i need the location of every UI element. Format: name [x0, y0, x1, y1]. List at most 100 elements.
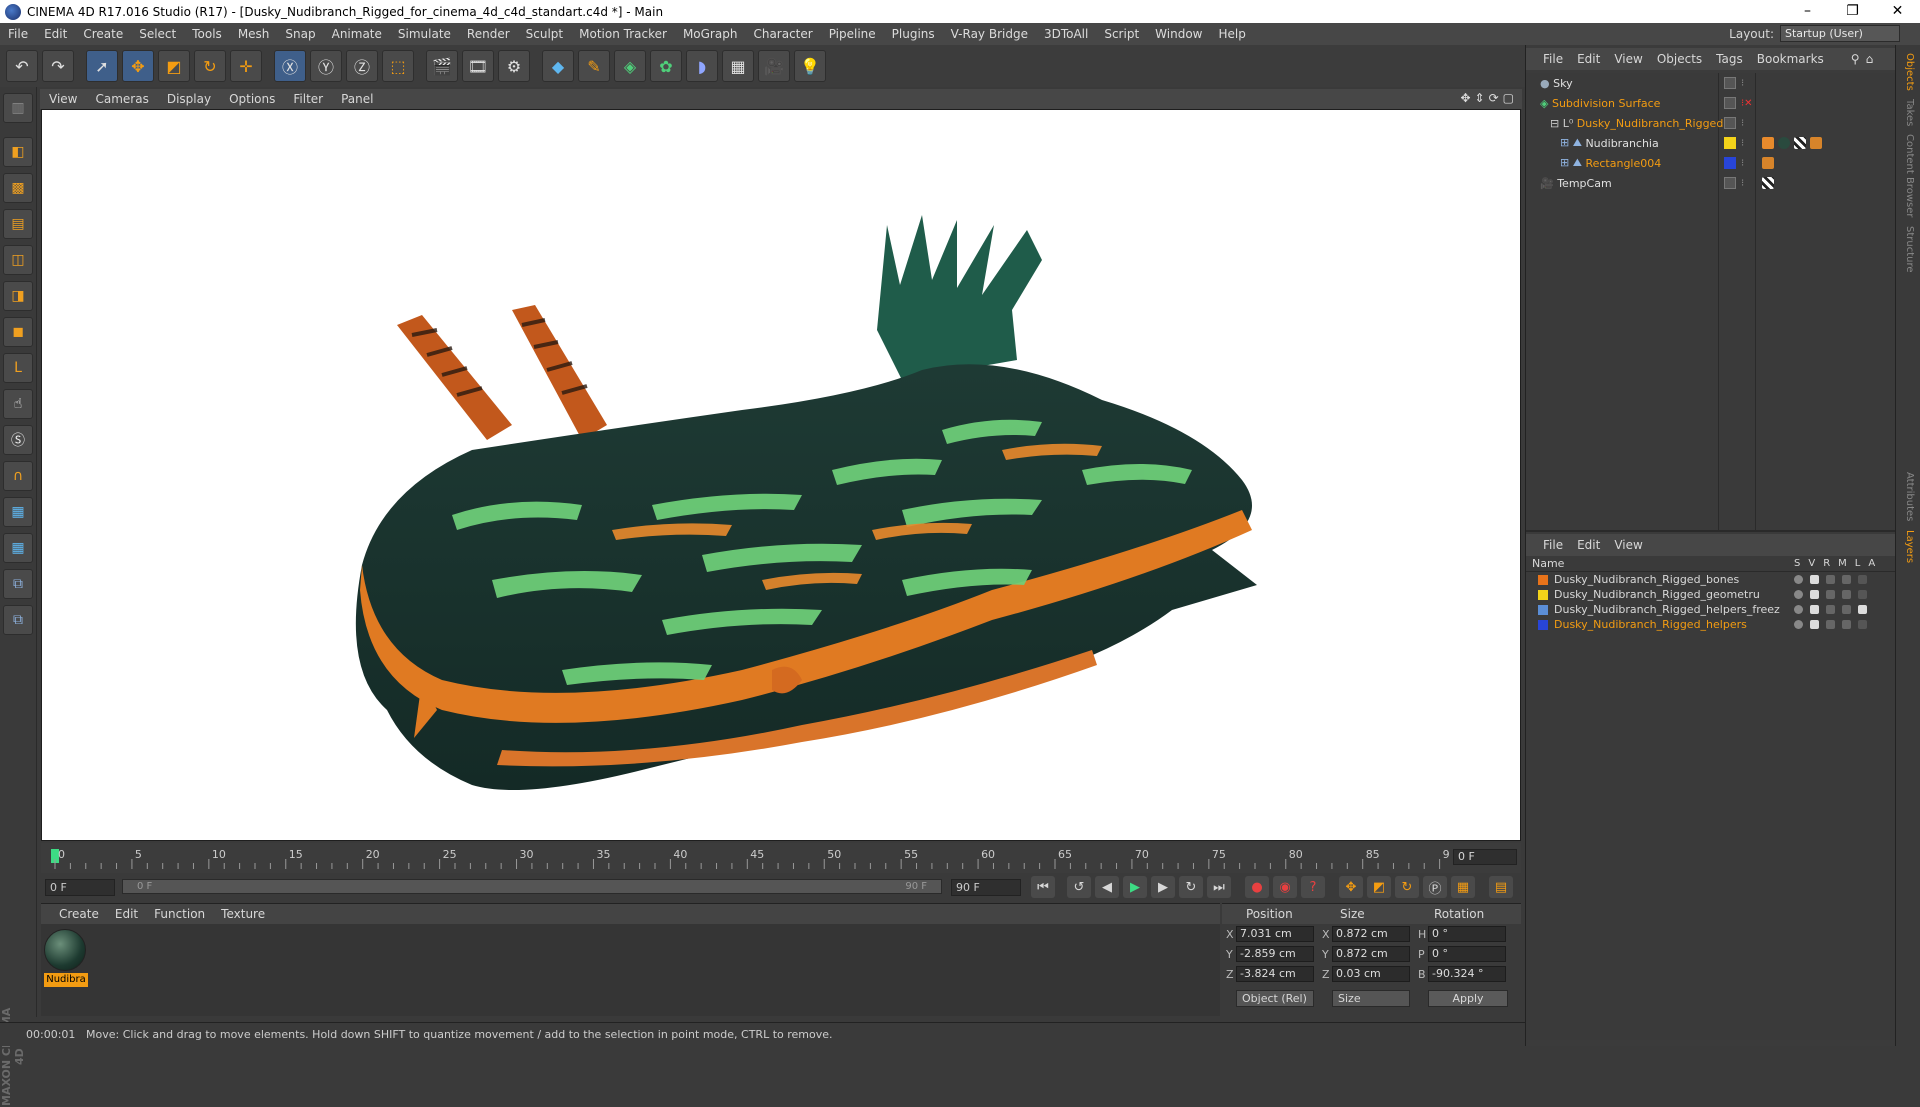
solo-toggle[interactable]	[1794, 605, 1803, 614]
workplane-lock-icon[interactable]: ▦	[3, 497, 33, 527]
texture-mode-icon[interactable]: ▩	[3, 173, 33, 203]
object-row-nudibranchia[interactable]: ⊞ ⛰ Nudibranchia ⁝	[1526, 133, 1896, 153]
layer-color-swatch[interactable]	[1538, 589, 1548, 600]
camera-icon[interactable]: 🎥	[758, 50, 790, 82]
solo-toggle[interactable]	[1794, 575, 1803, 584]
menu-character[interactable]: Character	[745, 27, 820, 41]
points-mode-icon[interactable]: ◫	[3, 245, 33, 275]
menu-edit[interactable]: Edit	[36, 27, 75, 41]
render-dots[interactable]: ⁝	[1741, 78, 1744, 89]
object-row-tempcam[interactable]: 🎥 TempCam ⁝	[1526, 173, 1896, 193]
key-rotation-icon[interactable]: ↻	[1395, 876, 1419, 898]
object-row-rectangle004[interactable]: ⊞ ⛰ Rectangle004 ⁝	[1526, 153, 1896, 173]
zoom-icon[interactable]: ⇕	[1475, 91, 1485, 105]
manager-toggle[interactable]	[1842, 575, 1851, 584]
menu-render[interactable]: Render	[459, 27, 518, 41]
magnet-icon[interactable]: ∩	[3, 461, 33, 491]
tab-objects[interactable]: Objects	[1901, 53, 1915, 91]
size-x-field[interactable]: 0.872 cm	[1332, 926, 1410, 942]
x-axis-lock-icon[interactable]: Ⓧ	[274, 50, 306, 82]
cube-primitive-icon[interactable]: ◆	[542, 50, 574, 82]
z-axis-lock-icon[interactable]: Ⓩ	[346, 50, 378, 82]
mograph-cloner-icon[interactable]: ✿	[650, 50, 682, 82]
layer-color-swatch[interactable]	[1538, 619, 1548, 630]
start-frame-field[interactable]: 0 F	[45, 879, 115, 896]
apply-button[interactable]: Apply	[1428, 990, 1508, 1007]
perspective-viewport[interactable]	[41, 109, 1521, 841]
viewport-menu-options[interactable]: Options	[220, 92, 284, 106]
lock-toggle[interactable]	[1858, 605, 1867, 614]
loop-back-icon[interactable]: ↺	[1067, 876, 1091, 898]
menu-pipeline[interactable]: Pipeline	[821, 27, 884, 41]
layer-row[interactable]: Dusky_Nudibranch_Rigged_geometru	[1526, 587, 1896, 602]
python-script-icon[interactable]: ⧉	[3, 605, 33, 635]
menu-animate[interactable]: Animate	[324, 27, 390, 41]
position-x-field[interactable]: 7.031 cm	[1236, 926, 1314, 942]
time-range-slider[interactable]: 0 F 90 F	[122, 879, 942, 894]
protection-tag-icon[interactable]	[1762, 177, 1774, 189]
key-position-icon[interactable]: ✥	[1339, 876, 1363, 898]
y-axis-lock-icon[interactable]: Ⓨ	[310, 50, 342, 82]
layer-menu-edit[interactable]: Edit	[1570, 538, 1607, 552]
maximize-button[interactable]: ❐	[1830, 0, 1875, 23]
size-mode-dropdown[interactable]: Size	[1332, 990, 1410, 1007]
object-row-subdivision-surface[interactable]: ◈ Subdivision Surface ⁝✕	[1526, 93, 1896, 113]
tab-content-browser[interactable]: Content Browser	[1901, 134, 1915, 217]
current-frame-field[interactable]: 0 F	[1453, 849, 1517, 865]
solo-toggle[interactable]	[1794, 590, 1803, 599]
objmgr-menu-edit[interactable]: Edit	[1570, 52, 1607, 66]
view-toggle[interactable]	[1810, 575, 1819, 584]
view-toggle[interactable]	[1810, 590, 1819, 599]
coordinate-system-icon[interactable]: ⬚	[382, 50, 414, 82]
layer-color-swatch[interactable]	[1538, 604, 1548, 615]
render-picture-viewer-icon[interactable]: 🎞	[462, 50, 494, 82]
menu-help[interactable]: Help	[1210, 27, 1253, 41]
object-row-dusky-nudibranch-rigged[interactable]: ⊟ L⁰ Dusky_Nudibranch_Rigged ⁝	[1526, 113, 1896, 133]
visibility-toggle[interactable]	[1724, 117, 1736, 129]
view-toggle[interactable]	[1810, 620, 1819, 629]
light-icon[interactable]: 💡	[794, 50, 826, 82]
viewport-menu-filter[interactable]: Filter	[284, 92, 332, 106]
objmgr-menu-view[interactable]: View	[1607, 52, 1649, 66]
live-selection-icon[interactable]: ➚	[86, 50, 118, 82]
render-dots[interactable]: ⁝	[1741, 158, 1744, 169]
menu-snap[interactable]: Snap	[277, 27, 323, 41]
render-settings-icon[interactable]: ⚙	[498, 50, 530, 82]
viewport-menu-view[interactable]: View	[40, 92, 86, 106]
model-mode-icon[interactable]: ◧	[3, 137, 33, 167]
pen-spline-icon[interactable]: ✎	[578, 50, 610, 82]
goto-start-icon[interactable]: ⏮	[1031, 876, 1055, 898]
visibility-toggle[interactable]	[1724, 177, 1736, 189]
objmgr-menu-tags[interactable]: Tags	[1709, 52, 1750, 66]
viewport-menu-cameras[interactable]: Cameras	[86, 92, 157, 106]
solo-toggle[interactable]	[1794, 620, 1803, 629]
tab-structure[interactable]: Structure	[1901, 226, 1915, 273]
redo-icon[interactable]: ↷	[42, 50, 74, 82]
position-z-field[interactable]: -3.824 cm	[1236, 966, 1314, 982]
menu-create[interactable]: Create	[75, 27, 131, 41]
undo-icon[interactable]: ↶	[6, 50, 38, 82]
material-tag-icon[interactable]	[1778, 137, 1790, 149]
transform-tool-icon[interactable]: ✛	[230, 50, 262, 82]
manager-toggle[interactable]	[1842, 620, 1851, 629]
tweak-mode-icon[interactable]: ☝	[3, 389, 33, 419]
objmgr-menu-objects[interactable]: Objects	[1650, 52, 1709, 66]
orbit-icon[interactable]: ⟳	[1489, 91, 1499, 105]
manager-toggle[interactable]	[1842, 605, 1851, 614]
layer-row[interactable]: Dusky_Nudibranch_Rigged_bones	[1526, 572, 1896, 587]
ik-tag-icon[interactable]	[1762, 157, 1774, 169]
rotation-b-field[interactable]: -90.324 °	[1428, 966, 1506, 982]
layer-color-tag[interactable]	[1724, 137, 1736, 149]
make-editable-icon[interactable]: ▥	[3, 93, 33, 123]
lock-toggle[interactable]	[1858, 590, 1867, 599]
key-scale-icon[interactable]: ◩	[1367, 876, 1391, 898]
edges-mode-icon[interactable]: ◨	[3, 281, 33, 311]
workplane-mode-icon[interactable]: ▤	[3, 209, 33, 239]
goto-end-icon[interactable]: ⏭	[1207, 876, 1231, 898]
layer-row[interactable]: Dusky_Nudibranch_Rigged_helpers_freez	[1526, 602, 1896, 617]
polygons-mode-icon[interactable]: ◼	[3, 317, 33, 347]
view-toggle[interactable]	[1810, 605, 1819, 614]
menu-select[interactable]: Select	[131, 27, 184, 41]
search-icon[interactable]: ⚲	[1851, 52, 1860, 66]
render-toggle[interactable]	[1826, 605, 1835, 614]
